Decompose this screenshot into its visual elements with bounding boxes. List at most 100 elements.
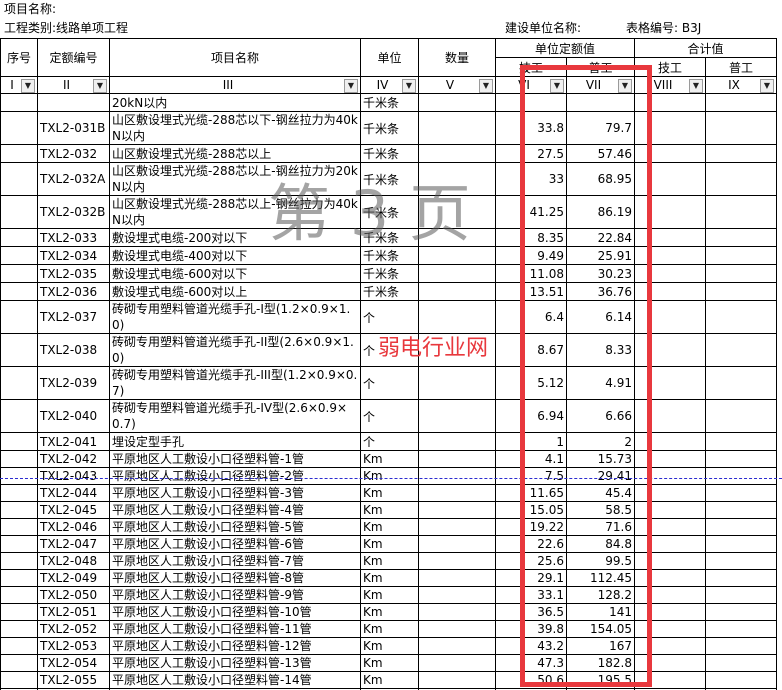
cell-general-total[interactable] xyxy=(705,552,777,570)
cell-skilled[interactable]: 47.3 xyxy=(495,654,567,672)
cell-skilled[interactable]: 33.8 xyxy=(495,111,567,145)
cell-skilled-total[interactable] xyxy=(634,228,706,247)
cell-name[interactable]: 山区敷设埋式光缆-288芯以下-钢丝拉力为40kN以内 xyxy=(109,111,361,145)
cell-code[interactable]: TXL2-036 xyxy=(37,282,110,301)
cell-general[interactable]: 25.91 xyxy=(566,246,635,265)
cell-qty[interactable] xyxy=(418,518,496,536)
cell-skilled-total[interactable] xyxy=(634,450,706,468)
cell-seq[interactable] xyxy=(0,399,38,433)
cell-general-total[interactable] xyxy=(705,111,777,145)
cell-seq[interactable] xyxy=(0,246,38,265)
cell-skilled-total[interactable] xyxy=(634,282,706,301)
cell-general[interactable]: 29.41 xyxy=(566,467,635,485)
cell-skilled-total[interactable] xyxy=(634,432,706,451)
cell-general[interactable]: 112.45 xyxy=(566,569,635,587)
cell-unit[interactable]: 千米条 xyxy=(360,282,419,301)
cell-skilled[interactable]: 36.5 xyxy=(495,603,567,621)
cell-unit[interactable]: 个 xyxy=(360,366,419,400)
cell-qty[interactable] xyxy=(418,637,496,655)
cell-name[interactable]: 平原地区人工敷设小口径塑料管-10管 xyxy=(109,603,361,621)
cell-name[interactable]: 山区敷设埋式光缆-288芯以上-钢丝拉力为40kN以内 xyxy=(109,195,361,229)
cell-general-total[interactable] xyxy=(705,603,777,621)
cell-general-total[interactable] xyxy=(705,195,777,229)
cell-skilled[interactable]: 7.5 xyxy=(495,467,567,485)
cell-qty[interactable] xyxy=(418,93,496,112)
cell-unit[interactable]: 千米条 xyxy=(360,111,419,145)
cell-skilled-total[interactable] xyxy=(634,671,706,689)
cell-name[interactable]: 砖砌专用塑料管道光缆手孔-III型(1.2×0.9×0.7) xyxy=(109,366,361,400)
cell-skilled-total[interactable] xyxy=(634,162,706,196)
cell-general[interactable]: 84.8 xyxy=(566,535,635,553)
cell-name[interactable]: 山区敷设埋式光缆-288芯以上 xyxy=(109,144,361,163)
cell-skilled-total[interactable] xyxy=(634,535,706,553)
cell-general-total[interactable] xyxy=(705,467,777,485)
cell-general[interactable]: 6.66 xyxy=(566,399,635,433)
cell-qty[interactable] xyxy=(418,264,496,283)
cell-general[interactable]: 30.23 xyxy=(566,264,635,283)
cell-unit[interactable]: 千米条 xyxy=(360,93,419,112)
cell-general-total[interactable] xyxy=(705,637,777,655)
cell-general-total[interactable] xyxy=(705,654,777,672)
cell-seq[interactable] xyxy=(0,366,38,400)
cell-general-total[interactable] xyxy=(705,501,777,519)
cell-name[interactable]: 平原地区人工敷设小口径塑料管-4管 xyxy=(109,501,361,519)
cell-code[interactable]: TXL2-048 xyxy=(37,552,110,570)
cell-unit[interactable]: 千米条 xyxy=(360,264,419,283)
cell-seq[interactable] xyxy=(0,620,38,638)
cell-qty[interactable] xyxy=(418,282,496,301)
cell-skilled[interactable]: 11.08 xyxy=(495,264,567,283)
cell-general[interactable]: 71.6 xyxy=(566,518,635,536)
cell-general[interactable]: 15.73 xyxy=(566,450,635,468)
cell-skilled-total[interactable] xyxy=(634,586,706,604)
cell-general-total[interactable] xyxy=(705,671,777,689)
cell-unit[interactable]: Km xyxy=(360,586,419,604)
cell-general-total[interactable] xyxy=(705,333,777,367)
cell-name[interactable]: 平原地区人工敷设小口径塑料管-12管 xyxy=(109,637,361,655)
cell-general[interactable]: 195.5 xyxy=(566,671,635,689)
cell-name[interactable]: 敷设埋式电缆-200对以下 xyxy=(109,228,361,247)
cell-code[interactable]: TXL2-046 xyxy=(37,518,110,536)
cell-general[interactable]: 36.76 xyxy=(566,282,635,301)
cell-skilled[interactable]: 1 xyxy=(495,432,567,451)
cell-code[interactable]: TXL2-040 xyxy=(37,399,110,433)
cell-code[interactable]: TXL2-032A xyxy=(37,162,110,196)
cell-name[interactable]: 平原地区人工敷设小口径塑料管-5管 xyxy=(109,518,361,536)
cell-skilled[interactable]: 43.2 xyxy=(495,637,567,655)
cell-qty[interactable] xyxy=(418,654,496,672)
cell-code[interactable]: TXL2-033 xyxy=(37,228,110,247)
cell-skilled-total[interactable] xyxy=(634,552,706,570)
cell-qty[interactable] xyxy=(418,399,496,433)
cell-unit[interactable]: Km xyxy=(360,518,419,536)
cell-unit[interactable]: Km xyxy=(360,467,419,485)
cell-skilled-total[interactable] xyxy=(634,603,706,621)
cell-skilled-total[interactable] xyxy=(634,501,706,519)
cell-seq[interactable] xyxy=(0,195,38,229)
cell-general[interactable]: 141 xyxy=(566,603,635,621)
cell-skilled-total[interactable] xyxy=(634,569,706,587)
cell-general-total[interactable] xyxy=(705,569,777,587)
cell-general-total[interactable] xyxy=(705,620,777,638)
cell-skilled-total[interactable] xyxy=(634,195,706,229)
cell-name[interactable]: 平原地区人工敷设小口径塑料管-1管 xyxy=(109,450,361,468)
cell-general-total[interactable] xyxy=(705,432,777,451)
cell-code[interactable]: TXL2-037 xyxy=(37,300,110,334)
cell-general-total[interactable] xyxy=(705,535,777,553)
cell-unit[interactable]: 千米条 xyxy=(360,144,419,163)
cell-qty[interactable] xyxy=(418,620,496,638)
cell-general[interactable] xyxy=(566,93,635,112)
cell-general-total[interactable] xyxy=(705,264,777,283)
cell-seq[interactable] xyxy=(0,654,38,672)
cell-general[interactable]: 68.95 xyxy=(566,162,635,196)
cell-unit[interactable]: Km xyxy=(360,637,419,655)
filter-dropdown-icon[interactable]: ▼ xyxy=(760,78,774,93)
filter-dropdown-icon[interactable]: ▼ xyxy=(479,78,493,93)
cell-skilled-total[interactable] xyxy=(634,333,706,367)
cell-skilled[interactable]: 15.05 xyxy=(495,501,567,519)
cell-seq[interactable] xyxy=(0,484,38,502)
cell-seq[interactable] xyxy=(0,111,38,145)
cell-qty[interactable] xyxy=(418,501,496,519)
cell-code[interactable]: TXL2-043 xyxy=(37,467,110,485)
cell-skilled[interactable] xyxy=(495,93,567,112)
cell-skilled-total[interactable] xyxy=(634,300,706,334)
cell-general-total[interactable] xyxy=(705,282,777,301)
